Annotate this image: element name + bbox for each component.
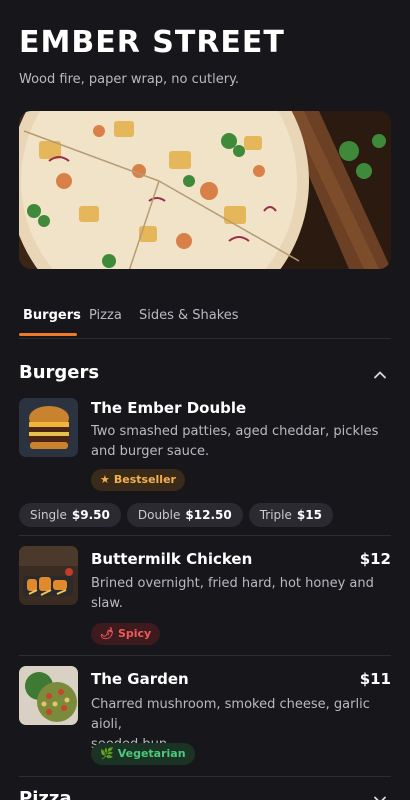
tab-pizza[interactable]: Pizza <box>89 308 122 323</box>
bestseller-badge: ★ Bestseller <box>91 469 185 491</box>
garden-thumbnail <box>19 666 78 725</box>
item-name: Buttermilk Chicken <box>91 550 253 568</box>
variant-triple[interactable]: Triple $15 <box>248 503 333 527</box>
chevron-up-icon[interactable] <box>372 367 388 383</box>
item-description: Two smashed patties, aged cheddar, pickl… <box>91 424 379 459</box>
tab-burgers[interactable]: Burgers <box>23 308 81 323</box>
item-price: $11 <box>359 670 391 688</box>
item-price: $12 <box>359 550 391 568</box>
tab-sides-shakes[interactable]: Sides & Shakes <box>139 308 239 323</box>
burger-thumbnail <box>19 398 78 457</box>
section-title-pizza[interactable]: Pizza <box>19 788 71 800</box>
item-name: The Garden <box>91 670 189 688</box>
chili-icon: 🌶 <box>100 627 114 640</box>
section-title-burgers: Burgers <box>19 362 100 383</box>
category-tabs: Burgers Pizza Sides & Shakes <box>19 306 391 339</box>
brand-title: EMBER STREET <box>19 25 285 60</box>
spicy-badge: 🌶 Spicy <box>91 623 161 645</box>
pizza-hero-image <box>19 111 391 269</box>
variant-single[interactable]: Single $9.50 <box>19 503 121 527</box>
menu-item-ember-double[interactable]: The Ember Double Two smashed patties, ag… <box>19 398 391 528</box>
item-description: Brined overnight, fried hard, hot honey … <box>91 576 374 611</box>
leaf-icon: 🌿 <box>100 747 114 760</box>
star-icon: ★ <box>100 473 110 486</box>
menu-item-buttermilk-chicken[interactable]: Buttermilk Chicken $12 Brined overnight,… <box>19 546 391 646</box>
active-tab-indicator <box>19 333 77 336</box>
item-name: The Ember Double <box>91 399 247 417</box>
size-variants: Single $9.50 Double $12.50 Triple $15 <box>19 503 333 527</box>
vegetarian-badge: 🌿 Vegetarian <box>91 743 195 765</box>
variant-double[interactable]: Double $12.50 <box>126 503 243 527</box>
divider <box>19 655 391 656</box>
menu-item-the-garden[interactable]: The Garden $11 Charred mushroom, smoked … <box>19 666 391 766</box>
divider <box>19 776 391 777</box>
chevron-down-icon[interactable] <box>372 792 388 800</box>
tagline: Wood fire, paper wrap, no cutlery. <box>19 72 240 87</box>
divider <box>19 535 391 536</box>
chicken-thumbnail <box>19 546 78 605</box>
